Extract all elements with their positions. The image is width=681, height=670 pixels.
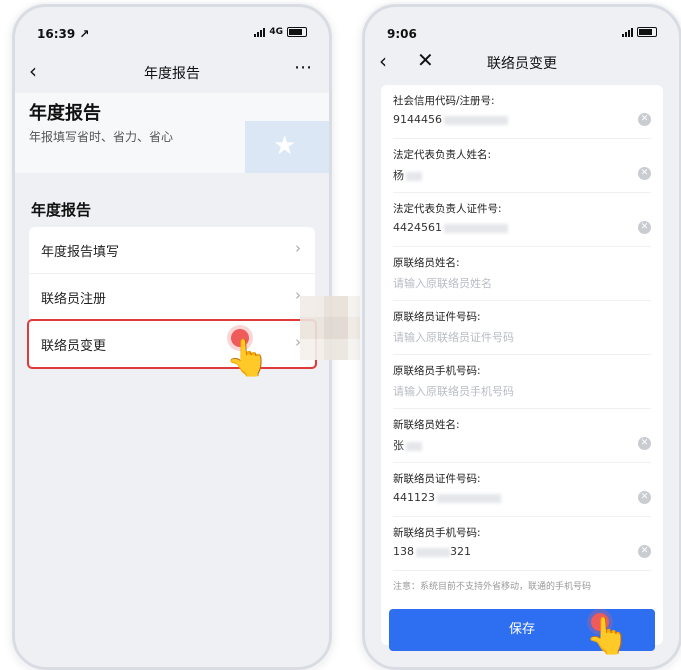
field-value[interactable]: 杨 bbox=[393, 167, 422, 183]
redacted-text bbox=[437, 493, 501, 503]
field-value[interactable]: 9144456 bbox=[393, 113, 508, 126]
redacted-text bbox=[416, 547, 450, 557]
new-liaison-id-field[interactable]: 新联络员证件号码: 441123 ✕ bbox=[393, 463, 651, 517]
menu-item-label: 联络员变更 bbox=[41, 339, 107, 354]
signal-icon bbox=[254, 27, 266, 37]
status-indicators bbox=[622, 27, 657, 37]
clear-icon[interactable]: ✕ bbox=[638, 221, 651, 234]
menu-item-liaison-register[interactable]: 联络员注册 › bbox=[29, 274, 315, 321]
field-label: 原联络员证件号码: bbox=[393, 311, 481, 323]
hero-subtitle: 年报填写省时、省力、省心 bbox=[29, 130, 174, 144]
clear-icon[interactable]: ✕ bbox=[638, 167, 651, 180]
menu-item-label: 联络员注册 bbox=[41, 292, 107, 307]
clear-icon[interactable]: ✕ bbox=[638, 545, 651, 558]
status-bar: 16:39 ↗ 4G bbox=[15, 25, 329, 47]
chevron-right-icon: › bbox=[295, 239, 301, 257]
star-icon: ★ bbox=[273, 131, 297, 161]
network-type: 4G bbox=[269, 27, 283, 37]
old-liaison-name-field[interactable]: 原联络员姓名: 请输入原联络员姓名 bbox=[393, 247, 651, 301]
new-liaison-name-field[interactable]: 新联络员姓名: 张 ✕ bbox=[393, 409, 651, 463]
status-indicators: 4G bbox=[254, 27, 307, 37]
clear-icon[interactable]: ✕ bbox=[638, 491, 651, 504]
nav-bar: ‹ 年度报告 ⋯ bbox=[15, 57, 329, 87]
field-label: 新联络员姓名: bbox=[393, 419, 460, 431]
report-menu: 年度报告填写 › 联络员注册 › 联络员变更 › bbox=[27, 227, 317, 369]
nav-bar: ‹ ✕ 联络员变更 bbox=[365, 47, 679, 77]
field-value[interactable]: 张 bbox=[393, 437, 422, 453]
clear-icon[interactable]: ✕ bbox=[638, 437, 651, 450]
field-placeholder[interactable]: 请输入原联络员姓名 bbox=[393, 275, 492, 291]
old-liaison-phone-field[interactable]: 原联络员手机号码: 请输入原联络员手机号码 bbox=[393, 355, 651, 409]
field-placeholder[interactable]: 请输入原联络员手机号码 bbox=[393, 383, 514, 399]
pointing-hand-icon: 👆 bbox=[225, 338, 270, 379]
credit-code-field[interactable]: 社会信用代码/注册号: 9144456 ✕ bbox=[393, 85, 651, 139]
battery-icon bbox=[637, 27, 657, 37]
old-liaison-id-field[interactable]: 原联络员证件号码: 请输入原联络员证件号码 bbox=[393, 301, 651, 355]
menu-item-liaison-change[interactable]: 联络员变更 › bbox=[27, 319, 317, 369]
liaison-change-screen: 9:06 ‹ ✕ 联络员变更 社会信用代码/注册号: 9144456 ✕ 法定代… bbox=[365, 7, 679, 667]
field-label: 法定代表负责人姓名: bbox=[393, 149, 492, 161]
nav-title: 联络员变更 bbox=[487, 56, 557, 72]
nav-title: 年度报告 bbox=[144, 66, 200, 82]
more-icon[interactable]: ⋯ bbox=[294, 57, 313, 78]
redacted-text bbox=[444, 223, 508, 233]
redacted-text bbox=[406, 441, 422, 451]
field-label: 新联络员证件号码: bbox=[393, 473, 481, 485]
hero-title: 年度报告 bbox=[29, 103, 101, 124]
field-label: 社会信用代码/注册号: bbox=[393, 95, 495, 107]
status-time: 16:39 ↗ bbox=[37, 27, 90, 41]
status-time: 9:06 bbox=[387, 27, 417, 41]
signal-icon bbox=[622, 27, 633, 37]
liaison-change-form: 社会信用代码/注册号: 9144456 ✕ 法定代表负责人姓名: 杨 ✕ 法定代… bbox=[381, 85, 663, 645]
field-value[interactable]: 4424561 bbox=[393, 221, 508, 234]
redacted-text bbox=[406, 171, 422, 181]
menu-item-label: 年度报告填写 bbox=[41, 245, 120, 260]
new-liaison-phone-field[interactable]: 新联络员手机号码: 138 321 ✕ bbox=[393, 517, 651, 571]
field-value[interactable]: 441123 bbox=[393, 491, 501, 504]
field-label: 原联络员姓名: bbox=[393, 257, 460, 269]
field-label: 原联络员手机号码: bbox=[393, 365, 481, 377]
field-label: 法定代表负责人证件号: bbox=[393, 203, 502, 215]
redacted-text bbox=[444, 115, 508, 125]
clear-icon[interactable]: ✕ bbox=[638, 113, 651, 126]
status-bar: 9:06 bbox=[365, 25, 679, 47]
phone-frame-right: 9:06 ‹ ✕ 联络员变更 社会信用代码/注册号: 9144456 ✕ 法定代… bbox=[362, 4, 681, 670]
hero-banner: 年度报告 年报填写省时、省力、省心 ★ bbox=[15, 93, 329, 173]
field-placeholder[interactable]: 请输入原联络员证件号码 bbox=[393, 329, 514, 345]
pointing-hand-icon: 👆 bbox=[585, 616, 630, 657]
banner-illustration: ★ bbox=[245, 121, 329, 173]
field-label: 新联络员手机号码: bbox=[393, 527, 481, 539]
section-title: 年度报告 bbox=[31, 201, 92, 219]
annual-report-screen: 16:39 ↗ 4G ‹ 年度报告 ⋯ 年度报告 年报填写省时、省力、省心 ★ … bbox=[15, 7, 329, 667]
notice-text: 注意：系统目前不支持外省移动，联通的手机号码 bbox=[393, 582, 592, 592]
legal-rep-name-field[interactable]: 法定代表负责人姓名: 杨 ✕ bbox=[393, 139, 651, 193]
menu-item-annual-report-fill[interactable]: 年度报告填写 › bbox=[29, 227, 315, 274]
legal-rep-id-field[interactable]: 法定代表负责人证件号: 4424561 ✕ bbox=[393, 193, 651, 247]
battery-icon bbox=[287, 27, 307, 37]
phone-frame-left: 16:39 ↗ 4G ‹ 年度报告 ⋯ 年度报告 年报填写省时、省力、省心 ★ … bbox=[12, 4, 332, 670]
field-value[interactable]: 138 321 bbox=[393, 545, 471, 558]
